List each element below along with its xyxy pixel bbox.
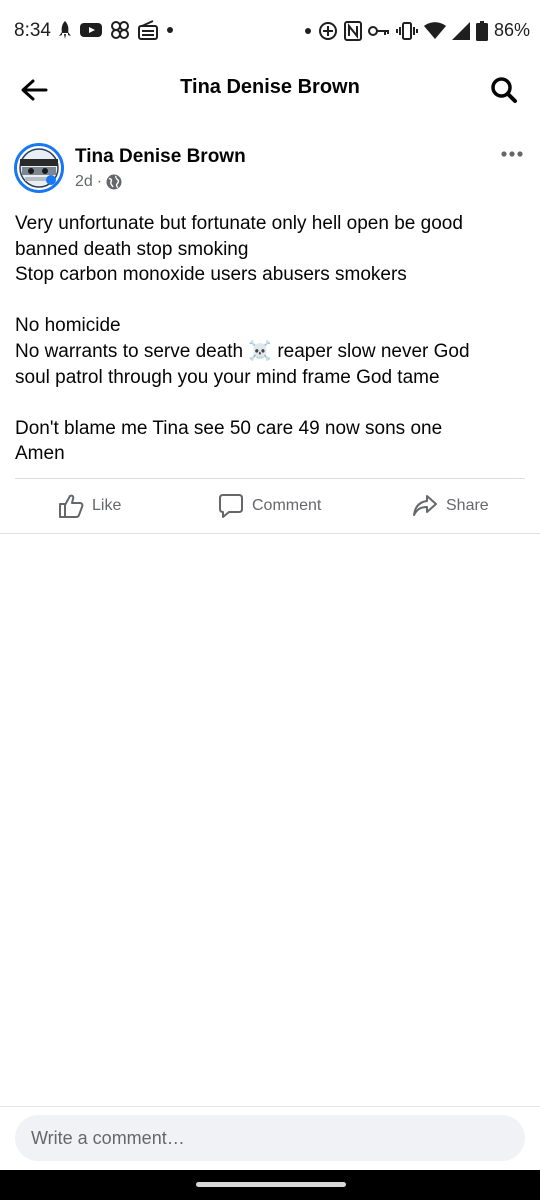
home-gesture-handle[interactable] [196,1182,346,1187]
comment-label: Comment [252,497,322,514]
post-line: Very unfortunate but fortunate only hell… [15,213,463,234]
search-button[interactable] [486,72,522,108]
avatar[interactable] [14,143,64,193]
page: 8:34 86% Tina Denise Brown Tina Denise B… [0,0,540,1200]
status-left-icons [58,20,174,40]
status-time: 8:34 [14,20,51,41]
post-header: Tina Denise Brown 2d · [0,140,540,200]
post-actions-bar: Like Comment Share [0,480,540,532]
nfc-icon [343,20,362,41]
like-label: Like [92,497,122,514]
post-line-break [15,288,525,314]
top-app-bar: Tina Denise Brown [0,64,540,114]
more-options-button[interactable] [498,142,526,166]
post-line: soul patrol through you your mind frame … [15,366,440,388]
status-right-icons: 86% [304,20,530,41]
post-line: Don't blame me Tina see 50 care 49 now s… [15,417,443,439]
avatar-image [17,146,61,190]
divider [0,533,540,534]
post-line: Amen [15,443,65,465]
share-arrow-icon [413,495,437,516]
post-line-break [15,390,525,416]
signal-icon [451,21,470,40]
rocket-icon [58,20,72,40]
data-saver-icon [318,21,338,41]
wifi-icon [423,21,446,40]
youtube-icon [80,22,102,38]
battery-percent: 86% [493,20,530,40]
post-time[interactable]: 2d [75,173,93,191]
share-button[interactable]: Share [412,480,489,532]
post-line: banned death stop smoking [15,238,249,260]
post-line: Stop carbon monoxide users abusers smoke… [15,264,407,286]
comment-button[interactable]: Comment [218,480,321,532]
dot-icon [304,27,312,35]
share-label: Share [446,497,489,514]
composer-divider [0,1106,540,1107]
post-line: No warrants to serve death ☠️ reaper slo… [15,340,470,362]
comment-bubble-icon [219,494,243,518]
comment-input[interactable] [15,1115,525,1161]
divider [15,478,525,479]
search-icon [491,77,517,103]
status-bar: 8:34 86% [0,0,540,64]
author-name[interactable]: Tina Denise Brown [75,146,246,168]
post-line: No homicide [15,315,121,337]
post-meta: 2d · [75,173,122,191]
system-nav-bar [0,1170,540,1200]
globe-icon [106,174,122,190]
more-dots-icon [501,151,523,157]
pinwheel-icon [110,20,130,40]
dot-icon [166,26,174,34]
like-button[interactable]: Like [58,480,121,532]
battery-icon [475,20,488,41]
thumbs-up-icon [59,494,84,518]
key-icon [367,24,390,38]
meta-separator: · [96,173,103,190]
page-title: Tina Denise Brown [180,76,360,98]
post-text: Very unfortunate but fortunate only hell… [15,211,525,467]
radio-icon [138,20,158,40]
vibrate-icon [395,21,418,41]
